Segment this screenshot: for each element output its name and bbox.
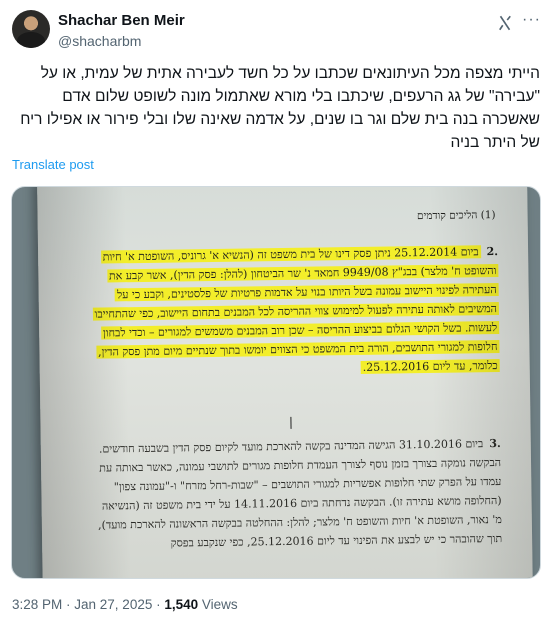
highlighted-paragraph-text: ביום 25.12.2014 ניתן פסק דינו של בית משפ… [92, 245, 500, 374]
paragraph-3: .3ביום 31.10.2016 הגישה המדינה בקשה להאר… [91, 434, 503, 554]
paragraph-3-number: .3 [489, 436, 501, 451]
paragraph-2-number: .2 [486, 245, 499, 259]
author-names: Shachar Ben Meir @shacharbm [58, 11, 185, 50]
views-label: Views [198, 597, 238, 612]
views-count[interactable]: 1,540 [164, 597, 198, 612]
paragraph-2: .2ביום 25.12.2014 ניתן פסק דינו של בית מ… [88, 242, 500, 381]
text-cursor [290, 416, 292, 429]
author-display-name[interactable]: Shachar Ben Meir [58, 11, 185, 30]
more-icon[interactable]: ··· [522, 12, 540, 32]
post-header: Shachar Ben Meir @shacharbm ··· [12, 10, 540, 54]
translate-post-link[interactable]: Translate post [12, 157, 94, 172]
paragraph-3-text: ביום 31.10.2016 הגישה המדינה בקשה להארכת… [98, 437, 503, 550]
avatar[interactable] [12, 10, 50, 48]
author-handle[interactable]: @shacharbm [58, 32, 185, 50]
tweet-text: הייתי מצפה מכל העיתונאים שכתבו על כל חשד… [20, 65, 540, 151]
grok-icon[interactable] [496, 14, 514, 32]
post-timestamp[interactable]: 3:28 PM · Jan 27, 2025 · [12, 597, 164, 612]
post-meta: 3:28 PM · Jan 27, 2025 · 1,540 Views [12, 597, 238, 612]
document-page: (1) הליכים קודמים .2ביום 25.12.2014 ניתן… [37, 187, 533, 578]
section-title: (1) הליכים קודמים [416, 209, 496, 223]
attached-photo[interactable]: (1) הליכים קודמים .2ביום 25.12.2014 ניתן… [11, 186, 541, 579]
